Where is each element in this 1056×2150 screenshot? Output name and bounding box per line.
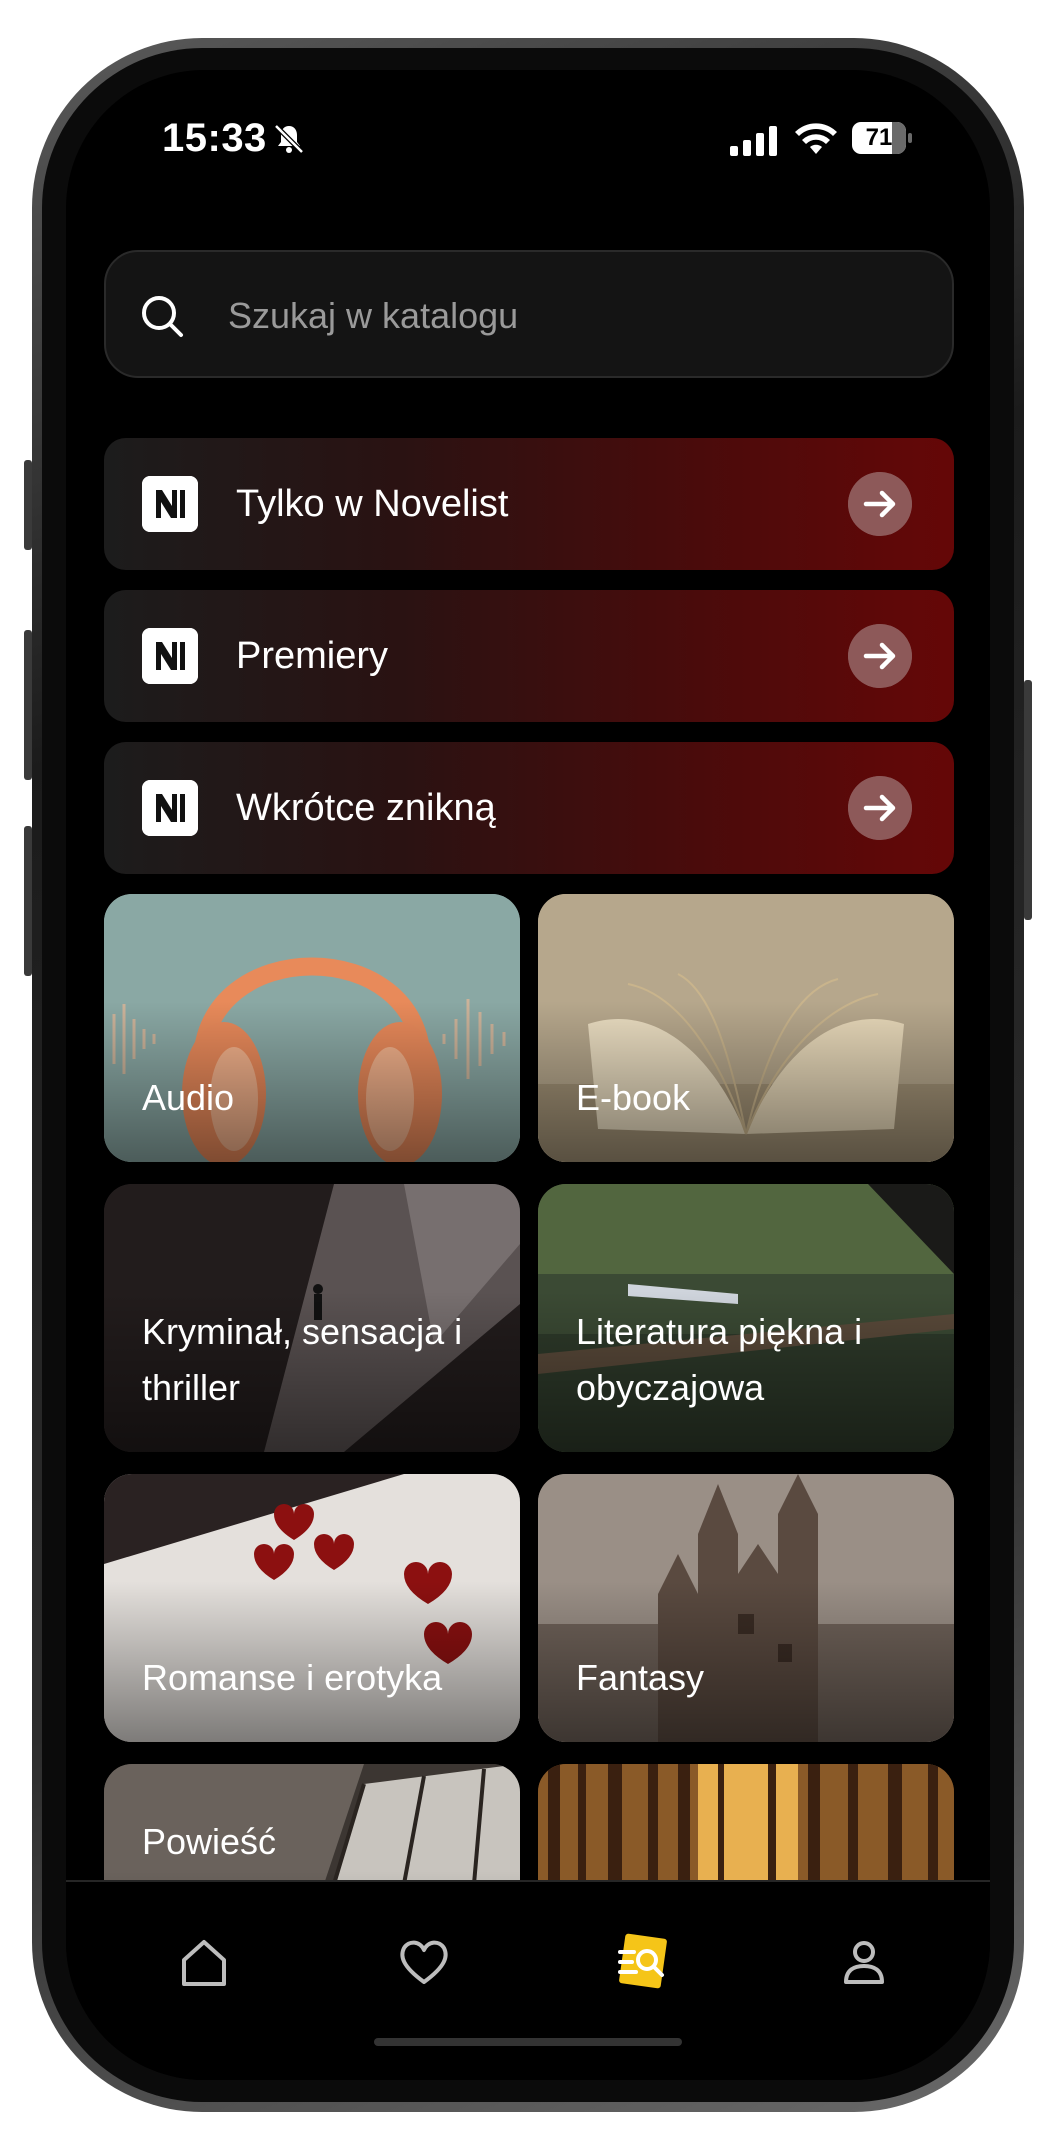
search-bar[interactable]: Szukaj w katalogu <box>104 250 954 378</box>
category-tile-fantasy[interactable]: Fantasy <box>538 1474 954 1742</box>
arrow-right-icon[interactable] <box>848 472 912 536</box>
promo-label: Premiery <box>236 635 389 677</box>
category-label: Kryminał, sensacja i thriller <box>142 1311 463 1408</box>
novelist-logo-icon <box>142 628 198 684</box>
profile-icon[interactable] <box>834 1932 894 1992</box>
category-label: E-book <box>576 1077 691 1118</box>
promo-label: Wkrótce znikną <box>236 787 496 829</box>
app-screen: 15:33 71 Szukaj w katalogu Tylko w Novel… <box>66 70 990 2080</box>
category-tile-crime-thriller[interactable]: Kryminał, sensacja i thriller <box>104 1184 520 1452</box>
promo-label: Tylko w Novelist <box>236 483 509 525</box>
novelist-logo-icon <box>142 476 198 532</box>
search-catalog-icon[interactable] <box>614 1932 674 1992</box>
bell-muted-icon <box>274 124 304 154</box>
search-input[interactable]: Szukaj w katalogu <box>228 292 518 340</box>
heart-icon[interactable] <box>394 1932 454 1992</box>
category-label: Powieść <box>142 1821 277 1862</box>
side-button-power <box>1024 680 1032 920</box>
status-time: 15:33 <box>162 116 267 160</box>
promo-row-premieres[interactable]: Premiery <box>104 590 954 722</box>
category-tile-romance[interactable]: Romanse i erotyka <box>104 1474 520 1742</box>
category-label: Audio <box>142 1077 235 1118</box>
bottom-nav <box>66 1880 990 2080</box>
home-icon[interactable] <box>174 1932 234 1992</box>
battery-level: 71 <box>865 124 893 151</box>
wifi-icon <box>795 123 837 154</box>
promo-row-leaving-soon[interactable]: Wkrótce znikną <box>104 742 954 874</box>
promo-row-exclusive[interactable]: Tylko w Novelist <box>104 438 954 570</box>
side-button-volume-up <box>24 630 32 780</box>
category-label: Literatura piękna i obyczajowa <box>576 1311 863 1408</box>
home-indicator[interactable] <box>374 2038 682 2046</box>
category-tile-literature[interactable]: Literatura piękna i obyczajowa <box>538 1184 954 1452</box>
category-label: Romanse i erotyka <box>142 1657 443 1698</box>
category-tile-audio[interactable]: Audio <box>104 894 520 1162</box>
side-button-mute <box>24 460 32 550</box>
search-icon <box>142 296 183 337</box>
arrow-right-icon[interactable] <box>848 776 912 840</box>
status-bar: 15:33 71 <box>66 70 990 210</box>
cellular-signal-icon <box>730 126 777 156</box>
category-label: Fantasy <box>576 1657 705 1698</box>
novelist-logo-icon <box>142 780 198 836</box>
battery-indicator: 71 <box>852 122 912 156</box>
side-button-volume-down <box>24 826 32 976</box>
category-tile-ebook[interactable]: E-book <box>538 894 954 1162</box>
arrow-right-icon[interactable] <box>848 624 912 688</box>
